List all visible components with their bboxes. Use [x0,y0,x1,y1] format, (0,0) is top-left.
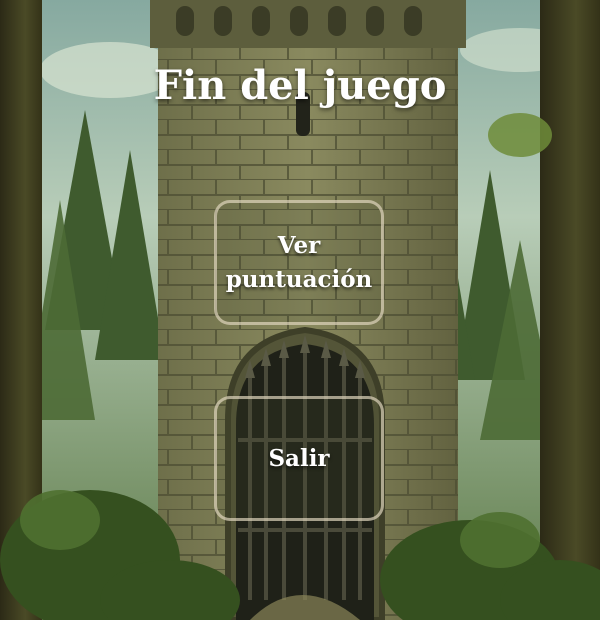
exit-button[interactable]: Salir [214,396,384,521]
game-over-screen: Fin del juego Ver puntuación Salir [0,0,600,620]
game-over-title: Fin del juego [153,62,447,109]
exit-button-label: Salir [268,444,330,472]
view-score-button[interactable]: Ver puntuación [214,200,384,325]
view-score-button-label: Ver puntuación [225,232,373,293]
